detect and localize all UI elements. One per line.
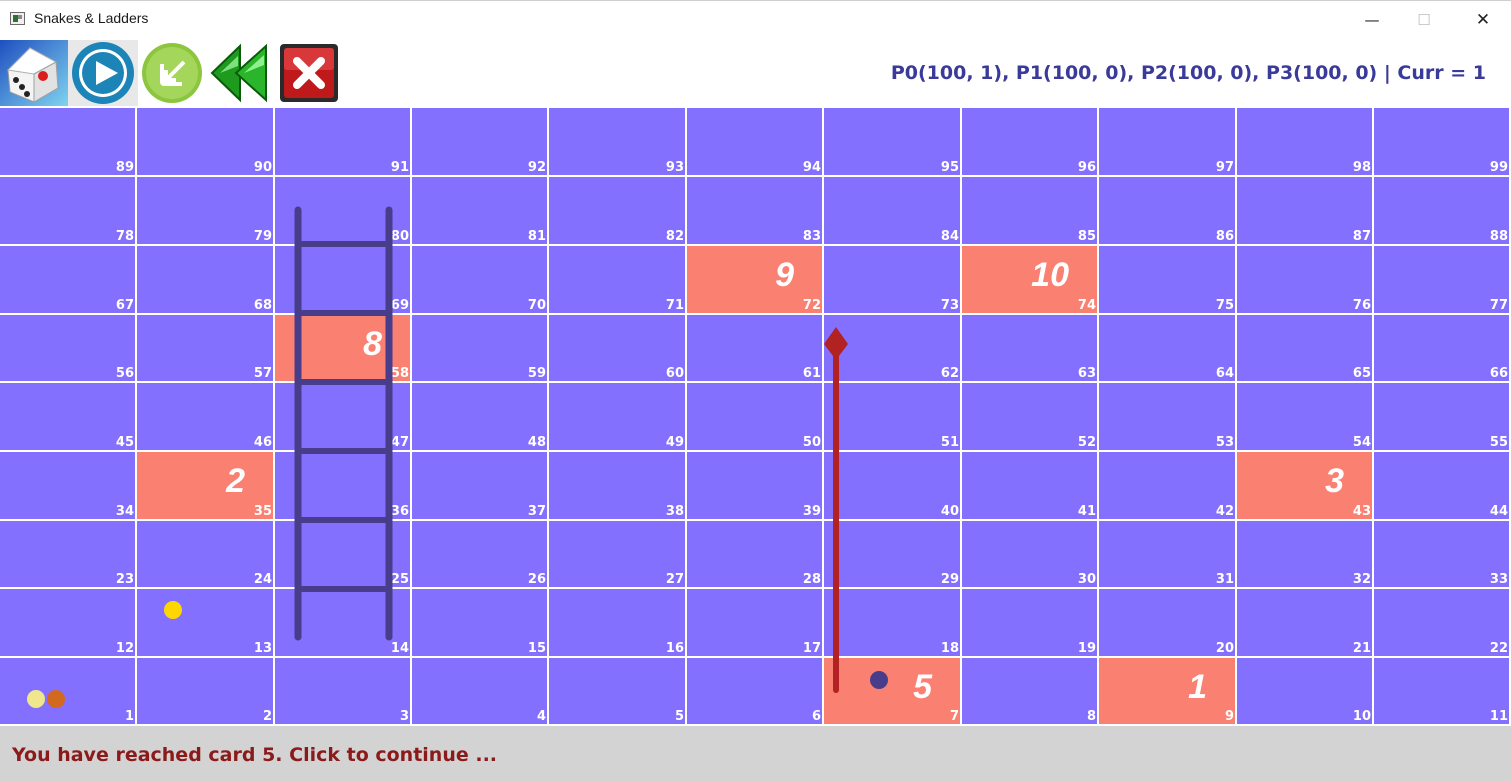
app-icon bbox=[10, 12, 25, 25]
footer-message: You have reached card 5. Click to contin… bbox=[12, 744, 498, 766]
import-button[interactable] bbox=[140, 40, 204, 106]
player-token-2 bbox=[164, 601, 182, 619]
window-titlebar: Snakes & Ladders — ☐ ✕ bbox=[0, 0, 1511, 38]
window-title: Snakes & Ladders bbox=[34, 10, 149, 26]
play-button[interactable] bbox=[68, 40, 138, 106]
player-token-1 bbox=[47, 690, 65, 708]
snake-head bbox=[824, 327, 848, 360]
roll-dice-button[interactable] bbox=[0, 40, 68, 106]
player-token-3 bbox=[870, 671, 888, 689]
maximize-button[interactable]: ☐ bbox=[1401, 1, 1447, 39]
snake bbox=[824, 327, 848, 693]
close-x-icon bbox=[280, 44, 338, 102]
rewind-button[interactable] bbox=[208, 40, 272, 106]
play-icon bbox=[68, 40, 138, 106]
toolbar: P0(100, 1), P1(100, 0), P2(100, 0), P3(1… bbox=[0, 38, 1511, 108]
board-overlay bbox=[294, 206, 848, 693]
close-window-button[interactable]: ✕ bbox=[1460, 1, 1506, 39]
arrow-down-left-icon bbox=[142, 43, 202, 103]
exit-button[interactable] bbox=[278, 40, 340, 106]
ladder bbox=[294, 206, 393, 641]
player-token-0 bbox=[27, 690, 45, 708]
rewind-icon bbox=[210, 43, 267, 103]
player-status: P0(100, 1), P1(100, 0), P2(100, 0), P3(1… bbox=[890, 62, 1486, 84]
minimize-button[interactable]: — bbox=[1349, 1, 1395, 39]
dice-icon bbox=[0, 40, 68, 106]
status-footer[interactable]: You have reached card 5. Click to contin… bbox=[0, 726, 1511, 781]
game-board[interactable]: 1 2 3 4 5 6 5 7 8 1 9 10 11 12 13 14 15 16 17 18 19 20 21 22 23 2… bbox=[0, 108, 1511, 726]
